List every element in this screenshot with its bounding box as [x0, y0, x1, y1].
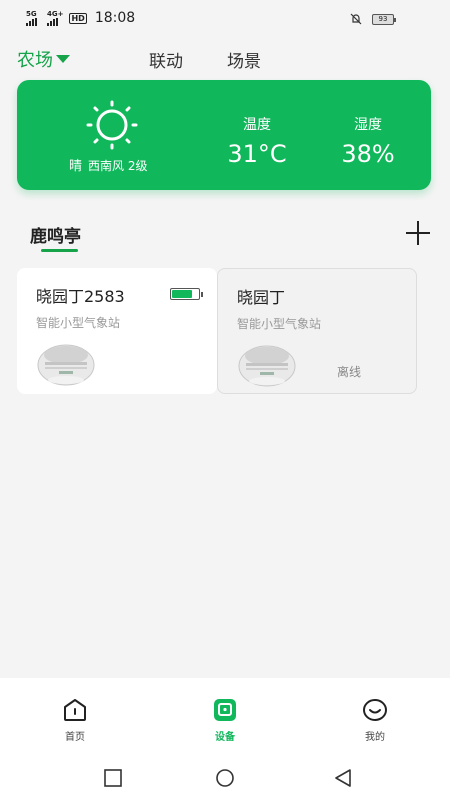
tab-mine[interactable]: 我的 [345, 698, 405, 744]
offline-status: 离线 [337, 365, 362, 379]
mute-icon [350, 13, 362, 25]
recent-apps-icon[interactable] [103, 769, 123, 787]
weather-station-image [37, 344, 95, 386]
hd-badge: HD [69, 12, 87, 24]
tab-scene[interactable]: 场景 [227, 47, 261, 72]
device-card[interactable]: 晓园丁2583 智能小型气象站 [17, 268, 217, 394]
tab-home[interactable]: 首页 [45, 698, 105, 744]
tab-device-label: 设备 [215, 732, 235, 743]
home-icon [64, 699, 86, 721]
device-name: 晓园丁2583 [36, 287, 125, 306]
network-type-1: 5G [26, 9, 37, 18]
humidity-value: 38% [341, 140, 395, 168]
dropdown-caret-icon [56, 55, 70, 63]
tab-mine-label: 我的 [365, 732, 385, 743]
profile-icon [363, 699, 387, 721]
status-time: 18:08 [94, 10, 136, 26]
device-name: 晓园丁 [237, 288, 286, 307]
home-button-icon[interactable] [214, 769, 236, 787]
humidity-label: 湿度 [354, 117, 382, 133]
temperature-metric: 温度 31°C [207, 114, 307, 168]
weather-station-image [238, 345, 296, 387]
device-battery-fill [172, 290, 192, 298]
back-icon[interactable] [333, 769, 353, 787]
signal-5g-icon: 5G [26, 9, 37, 26]
tab-linkage[interactable]: 联动 [149, 47, 183, 72]
group-title[interactable]: 鹿鸣亭 [30, 222, 81, 247]
device-type: 智能小型气象站 [237, 317, 322, 331]
temperature-value: 31°C [227, 140, 287, 168]
tab-home-label: 首页 [65, 732, 85, 743]
humidity-metric: 湿度 38% [335, 114, 401, 168]
weather-description: 晴西南风 2级 [69, 155, 147, 174]
plus-icon[interactable] [406, 221, 430, 245]
farm-selector[interactable]: 农场 [17, 46, 70, 72]
bottom-tab-bar: 首页 设备 我的 [0, 678, 450, 756]
status-bar: 5G 4G+ HD 18:08 93 [0, 0, 450, 38]
sunny-icon [86, 100, 138, 150]
device-card[interactable]: 晓园丁 智能小型气象站 离线 [217, 268, 417, 394]
tab-device[interactable]: 设备 [195, 698, 255, 744]
device-type: 智能小型气象站 [36, 316, 121, 330]
battery-indicator: 93 [372, 13, 396, 25]
weather-condition: 晴 [69, 159, 83, 174]
system-nav-bar [0, 756, 450, 800]
weather-card[interactable]: 晴西南风 2级 温度 31°C 湿度 38% [17, 80, 431, 190]
network-type-2: 4G+ [47, 9, 64, 18]
top-nav: 农场 联动 场景 [0, 46, 450, 74]
temperature-label: 温度 [243, 117, 271, 133]
device-battery-icon [170, 288, 203, 300]
wind-info: 西南风 2级 [88, 159, 148, 173]
signal-4g-icon: 4G+ [47, 9, 64, 26]
device-icon [214, 699, 236, 721]
group-underline [41, 249, 78, 252]
farm-label: 农场 [17, 50, 53, 71]
